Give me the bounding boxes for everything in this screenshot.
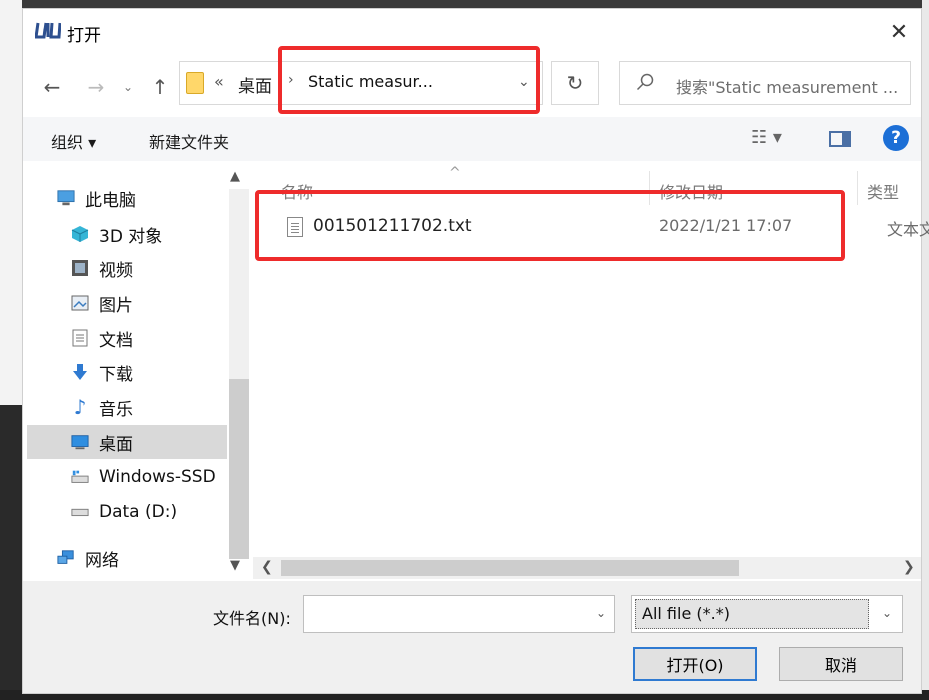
sidebar-item-windows-ssd[interactable]: Windows-SSD: [71, 460, 229, 494]
sidebar-item-this-pc[interactable]: 此电脑: [57, 181, 227, 215]
horizontal-scrollbar-thumb[interactable]: [281, 560, 739, 576]
sidebar-item-documents[interactable]: 文档: [71, 321, 227, 355]
sidebar-item-label: 音乐: [99, 399, 133, 420]
chevron-down-icon[interactable]: ⌄: [882, 606, 892, 620]
network-icon: [57, 549, 75, 567]
forward-button[interactable]: →: [83, 73, 109, 101]
sidebar-item-music[interactable]: ♪ 音乐: [71, 390, 227, 424]
chevron-down-icon[interactable]: ⌄: [596, 606, 606, 620]
sidebar-item-desktop[interactable]: 桌面: [27, 425, 227, 459]
dialog-footer: 文件名(N): ⌄ All file (*.*) ⌄ 打开(O) 取消: [23, 581, 921, 693]
highlight-box-file: [255, 190, 845, 261]
sidebar-item-pictures[interactable]: 图片: [71, 286, 227, 320]
sidebar-item-3d-objects[interactable]: 3D 对象: [71, 217, 227, 251]
drive-icon: [71, 468, 89, 486]
video-icon: [71, 259, 89, 277]
file-type: 文本文档: [887, 220, 929, 239]
scroll-down-icon[interactable]: ▼: [230, 558, 240, 573]
horizontal-scrollbar[interactable]: ❮ ❯: [253, 557, 921, 579]
close-button[interactable]: ✕: [881, 17, 917, 47]
sidebar-item-downloads[interactable]: 下载: [71, 355, 227, 389]
desktop-icon: [71, 433, 89, 451]
sidebar-item-network[interactable]: 网络: [57, 541, 227, 575]
sidebar-item-label: 桌面: [99, 434, 133, 455]
filetype-value-text: All file (*.*): [642, 604, 730, 623]
breadcrumb-desktop[interactable]: 桌面: [238, 72, 272, 97]
help-button[interactable]: ?: [883, 125, 909, 151]
sidebar-item-label: 视频: [99, 260, 133, 281]
arrow-left-icon: ←: [43, 75, 61, 99]
open-button[interactable]: 打开(O): [633, 647, 757, 681]
chevron-down-icon: ⌄: [122, 80, 134, 94]
sidebar-item-label: 此电脑: [85, 190, 136, 211]
cube-icon: [71, 225, 89, 243]
sidebar-item-label: Data (D:): [99, 502, 178, 522]
column-header-type[interactable]: 类型: [867, 179, 899, 203]
sidebar-item-videos[interactable]: 视频: [71, 251, 227, 285]
cancel-button[interactable]: 取消: [779, 647, 903, 681]
sidebar-item-label: 网络: [85, 550, 119, 571]
scroll-up-icon[interactable]: ▲: [230, 169, 240, 184]
sidebar-item-label: 3D 对象: [99, 226, 163, 247]
navigation-pane: 此电脑 3D 对象 视频 图片 文档 下载 ♪ 音乐 桌面 Windows-SS…: [23, 165, 249, 579]
computer-icon: [57, 189, 75, 207]
scroll-right-icon[interactable]: ❯: [903, 559, 915, 575]
drive-icon: [71, 503, 89, 521]
refresh-button[interactable]: ↻: [551, 61, 599, 105]
sidebar-item-label: 图片: [99, 295, 133, 316]
highlight-box-address: [278, 46, 540, 114]
sidebar-item-label: 文档: [99, 330, 133, 351]
column-divider[interactable]: [857, 171, 858, 205]
filetype-select[interactable]: All file (*.*) ⌄: [631, 595, 903, 633]
search-icon: [636, 73, 654, 91]
sort-ascending-icon: ^: [449, 165, 461, 181]
sidebar-item-data-drive[interactable]: Data (D:): [71, 495, 227, 529]
organize-button[interactable]: 组织 ▾: [51, 129, 96, 153]
document-icon: [71, 329, 89, 347]
music-icon: ♪: [73, 395, 87, 419]
picture-icon: [71, 294, 89, 312]
breadcrumb-overflow-icon[interactable]: «: [214, 72, 224, 91]
background-dark-strip: [0, 405, 22, 700]
sidebar-item-label: Windows-SSD: [99, 467, 216, 487]
refresh-icon: ↻: [566, 71, 584, 95]
up-folder-button[interactable]: ↑: [145, 73, 175, 101]
scroll-left-icon[interactable]: ❮: [261, 559, 273, 575]
filename-combobox[interactable]: ⌄: [303, 595, 615, 633]
back-button[interactable]: ←: [37, 73, 67, 101]
new-folder-button[interactable]: 新建文件夹: [149, 129, 229, 153]
background-right-strip: [922, 0, 929, 700]
arrow-right-icon: →: [87, 75, 105, 99]
download-icon: [71, 363, 89, 381]
view-options-button[interactable]: ☷ ▾: [751, 127, 782, 148]
filetype-selected-value: All file (*.*): [635, 599, 869, 629]
recent-locations-button[interactable]: ⌄: [119, 73, 137, 101]
filename-label: 文件名(N):: [213, 609, 291, 628]
command-toolbar: 组织 ▾ 新建文件夹 ☷ ▾ ?: [23, 117, 921, 161]
search-input[interactable]: 搜索"Static measurement ...: [619, 61, 911, 105]
sidebar-scrollbar-thumb[interactable]: [229, 379, 249, 559]
sidebar-item-label: 下载: [99, 364, 133, 385]
search-placeholder: 搜索"Static measurement ...: [676, 78, 899, 97]
preview-pane-button[interactable]: [829, 131, 851, 147]
folder-icon: [186, 72, 204, 94]
close-icon: ✕: [889, 19, 909, 45]
app-logo-icon: [34, 21, 62, 41]
arrow-up-icon: ↑: [151, 75, 169, 99]
window-title: 打开: [67, 26, 101, 46]
